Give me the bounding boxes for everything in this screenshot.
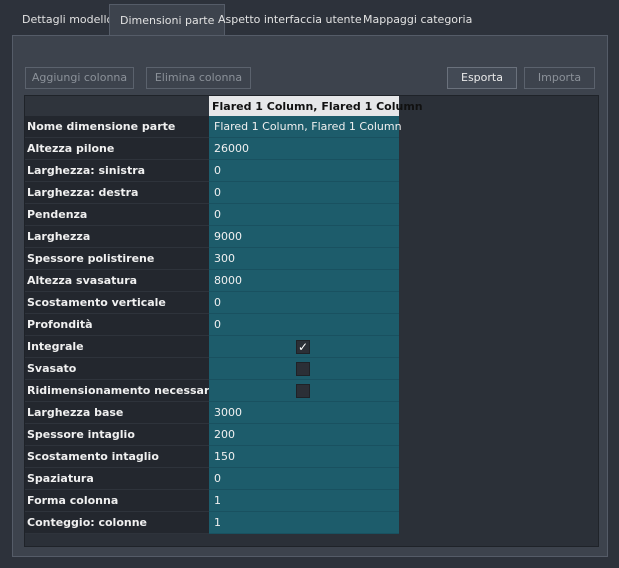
table-row: Scostamento verticale 0	[25, 292, 413, 314]
row-label: Larghezza base	[25, 402, 209, 424]
column-header[interactable]: Flared 1 Column, Flared 1 Column	[209, 96, 423, 118]
row-label: Scostamento verticale	[25, 292, 209, 314]
row-value-cell[interactable]: 0	[209, 314, 399, 336]
row-value-cell[interactable]: 0	[209, 292, 399, 314]
row-label: Spaziatura	[25, 468, 209, 490]
row-label: Larghezza	[25, 226, 209, 248]
tab-aspetto-interfaccia-utente[interactable]: Aspetto interfaccia utente	[208, 4, 372, 36]
row-value-cell[interactable]: 150	[209, 446, 399, 468]
row-value-cell[interactable]: 1	[209, 512, 399, 534]
table-row: Spessore intaglio 200	[25, 424, 413, 446]
grid-header-row: Flared 1 Column, Flared 1 Column	[25, 96, 423, 118]
row-value-cell[interactable]: 26000	[209, 138, 399, 160]
row-label: Altezza pilone	[25, 138, 209, 160]
table-row: Svasato	[25, 358, 413, 380]
table-row: Forma colonna 1	[25, 490, 413, 512]
table-row: Integrale ✓	[25, 336, 413, 358]
row-value-cell[interactable]: 3000	[209, 402, 399, 424]
row-label: Integrale	[25, 336, 209, 358]
table-row: Larghezza base 3000	[25, 402, 413, 424]
row-label: Nome dimensione parte	[25, 116, 209, 138]
table-row: Larghezza 9000	[25, 226, 413, 248]
add-column-button[interactable]: Aggiungi colonna	[25, 67, 134, 89]
row-label: Svasato	[25, 358, 209, 380]
row-value-cell[interactable]: 1	[209, 490, 399, 512]
tab-bar: Dettagli modello Dimensioni parte Aspett…	[0, 0, 619, 36]
row-value-cell[interactable]: 0	[209, 182, 399, 204]
part-dimensions-panel: Aggiungi colonna Elimina colonna Esporta…	[12, 35, 608, 557]
row-label: Ridimensionamento necessario	[25, 380, 221, 402]
grid-corner-cell	[25, 96, 209, 118]
checkbox[interactable]: ✓	[296, 340, 310, 354]
tab-mappaggi-categoria[interactable]: Mappaggi categoria	[353, 4, 482, 36]
checkbox[interactable]	[296, 384, 310, 398]
table-row: Scostamento intaglio 150	[25, 446, 413, 468]
row-value-cell[interactable]: 200	[209, 424, 399, 446]
export-button[interactable]: Esporta	[447, 67, 517, 89]
row-label: Pendenza	[25, 204, 209, 226]
table-row: Spaziatura 0	[25, 468, 413, 490]
table-row: Pendenza 0	[25, 204, 413, 226]
table-row: Spessore polistirene 300	[25, 248, 413, 270]
row-label: Altezza svasatura	[25, 270, 209, 292]
row-value-cell[interactable]: 8000	[209, 270, 399, 292]
row-label: Larghezza: destra	[25, 182, 209, 204]
row-value-cell[interactable]: 9000	[209, 226, 399, 248]
dimensions-grid: Flared 1 Column, Flared 1 Column Nome di…	[24, 95, 599, 547]
row-label: Forma colonna	[25, 490, 209, 512]
row-checkbox-cell[interactable]: ✓	[209, 336, 399, 358]
row-value-cell[interactable]: 300	[209, 248, 399, 270]
table-row: Altezza svasatura 8000	[25, 270, 413, 292]
table-row: Profondità 0	[25, 314, 413, 336]
table-row: Ridimensionamento necessario	[25, 380, 413, 402]
row-value-cell[interactable]: 0	[209, 160, 399, 182]
table-row: Nome dimensione parte Flared 1 Column, Fl…	[25, 116, 413, 138]
checkmark-icon: ✓	[297, 340, 309, 354]
row-label: Profondità	[25, 314, 209, 336]
resize-grip-icon[interactable]	[302, 562, 318, 566]
row-label: Spessore intaglio	[25, 424, 209, 446]
row-value-cell[interactable]: 0	[209, 204, 399, 226]
checkbox[interactable]	[296, 362, 310, 376]
row-label: Conteggio: colonne	[25, 512, 209, 534]
tab-dettagli-modello[interactable]: Dettagli modello	[12, 4, 123, 36]
table-row: Larghezza: sinistra 0	[25, 160, 413, 182]
row-value-cell[interactable]: Flared 1 Column, Flared 1 Column	[209, 116, 402, 138]
row-value-cell[interactable]: 0	[209, 468, 399, 490]
import-button[interactable]: Importa	[524, 67, 595, 89]
table-row: Altezza pilone 26000	[25, 138, 413, 160]
table-row: Larghezza: destra 0	[25, 182, 413, 204]
row-label: Larghezza: sinistra	[25, 160, 209, 182]
row-label: Spessore polistirene	[25, 248, 209, 270]
row-label: Scostamento intaglio	[25, 446, 209, 468]
row-checkbox-cell[interactable]	[209, 380, 399, 402]
delete-column-button[interactable]: Elimina colonna	[146, 67, 251, 89]
table-row: Conteggio: colonne 1	[25, 512, 413, 534]
row-checkbox-cell[interactable]	[209, 358, 399, 380]
